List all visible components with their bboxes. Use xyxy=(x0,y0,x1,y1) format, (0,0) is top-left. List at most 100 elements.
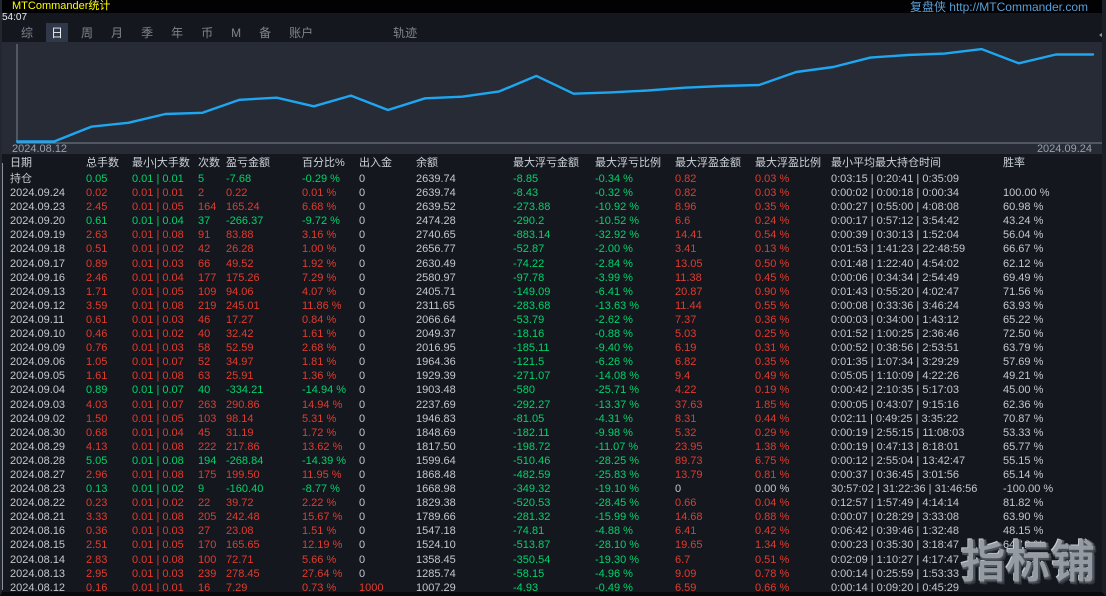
cell-inout: 0 xyxy=(359,539,366,552)
left-scroll-line[interactable] xyxy=(2,163,3,590)
cell-mfl: -58.15 xyxy=(513,567,545,580)
table-row[interactable]: 2024.09.11 0.61 0.01 | 0.03 46 17.27 0.84 % 0 2… xyxy=(2,313,1102,327)
table-row[interactable]: 2024.09.10 0.46 0.01 | 0.02 40 32.42 1.61 % 0 2… xyxy=(2,327,1102,341)
menu-item-track[interactable]: 轨迹 xyxy=(388,23,422,42)
cell-count: 194 xyxy=(198,454,217,467)
table-row[interactable]: 2024.08.29 4.13 0.01 | 0.08 222 217.86 13.62 … xyxy=(2,440,1102,454)
table-row[interactable]: 2024.08.14 2.83 0.01 | 0.08 100 72.71 5.66 % 0… xyxy=(2,553,1102,567)
cell-times: 0:12:57 | 1:57:49 | 4:14:14 xyxy=(831,497,960,510)
cell-minmax: 0.01 | 0.08 xyxy=(132,370,184,383)
cell-pnl: 7.29 xyxy=(226,581,248,594)
menu-item-account[interactable]: 账户 xyxy=(284,23,318,42)
chart-start-date: 2024.08.12 xyxy=(12,143,68,155)
cell-date: 2024.09.11 xyxy=(10,313,65,326)
table-row[interactable]: 2024.09.16 2.46 0.01 | 0.04 177 175.26 7.29 %… xyxy=(2,271,1102,285)
cell-pct: -14.39 % xyxy=(302,454,347,467)
table-row[interactable]: 2024.09.03 4.03 0.01 | 0.07 263 290.86 14.94 … xyxy=(2,398,1102,412)
cell-minmax: 0.01 | 0.02 xyxy=(132,483,184,496)
table-row[interactable]: 2024.09.04 0.89 0.01 | 0.07 40 -334.21 -14.94… xyxy=(2,383,1102,397)
table-row[interactable]: 2024.08.13 2.95 0.01 | 0.03 239 278.45 27.64 … xyxy=(2,567,1102,581)
cell-mflp: -0.32 % xyxy=(595,187,633,200)
cell-lots: 2.95 xyxy=(86,567,108,580)
table-row[interactable]: 2024.09.06 1.05 0.01 | 0.07 52 34.97 1.81 % 0 1… xyxy=(2,355,1102,369)
cell-pct: 2.22 % xyxy=(302,497,337,510)
cell-pct: 11.86 % xyxy=(302,299,342,312)
table-row[interactable]: 2024.09.02 1.50 0.01 | 0.05 103 98.14 5.31 % 0… xyxy=(2,412,1102,426)
cell-mfp: 9.4 xyxy=(675,370,691,383)
cell-win: 63.93 % xyxy=(1003,299,1044,312)
mtcommander-window: MTCommander统计 复盘侠 http://MTCommander.com… xyxy=(0,0,1106,596)
table-row[interactable]: 2024.08.12 0.16 0.01 | 0.01 16 7.29 0.73 % 100… xyxy=(2,581,1102,594)
cell-balance: 1285.74 xyxy=(416,567,456,580)
cell-mfp: 7.37 xyxy=(675,313,697,326)
cell-mfp: 14.68 xyxy=(675,511,703,524)
table-row[interactable]: 2024.08.28 5.05 0.01 | 0.08 194 -268.84 -14.3… xyxy=(2,454,1102,468)
cell-times: 0:02:11 | 0:49:25 | 3:35:22 xyxy=(831,412,959,425)
menu-item-quarter[interactable]: 季 xyxy=(136,23,158,42)
cell-win: 63.79 % xyxy=(1003,342,1044,355)
menu-item-year[interactable]: 年 xyxy=(166,23,188,42)
splitter-grip-icon[interactable] xyxy=(1099,30,1102,40)
cell-minmax: 0.01 | 0.08 xyxy=(132,299,184,312)
column-header-date: 日期 xyxy=(10,157,32,169)
cell-pct: 5.31 % xyxy=(302,412,337,425)
cell-mfl: -580 xyxy=(513,384,536,397)
cell-pnl: 165.65 xyxy=(226,539,260,552)
balance-curve xyxy=(15,44,1102,144)
cell-pct: 1.00 % xyxy=(302,243,337,256)
cell-pnl: 175.26 xyxy=(226,271,260,284)
table-row[interactable]: 2024.09.13 1.71 0.01 | 0.05 109 94.06 4.07 % 0… xyxy=(2,285,1102,299)
table-row[interactable]: 2024.09.09 0.76 0.01 | 0.03 58 52.59 2.68 % 0 2… xyxy=(2,341,1102,355)
brand-link[interactable]: 复盘侠 http://MTCommander.com xyxy=(910,0,1088,14)
table-row[interactable]: 2024.08.22 0.23 0.01 | 0.02 22 39.72 2.22 % 0 1… xyxy=(2,496,1102,510)
cell-lots: 4.03 xyxy=(86,398,108,411)
cell-pnl: 165.24 xyxy=(226,201,260,214)
cell-mfpp: 0.51 % xyxy=(755,553,790,566)
cell-pct: 1.92 % xyxy=(302,257,337,270)
cell-lots: 3.33 xyxy=(86,511,108,524)
table-row[interactable]: 2024.08.21 3.33 0.01 | 0.08 205 242.48 15.67 … xyxy=(2,510,1102,524)
table-row[interactable]: 2024.09.12 3.59 0.01 | 0.08 219 245.01 11.86 … xyxy=(2,299,1102,313)
menu-item-bei[interactable]: 备 xyxy=(254,23,276,42)
cell-mfpp: 0.78 % xyxy=(755,567,790,580)
table-row[interactable]: 2024.08.30 0.68 0.01 | 0.04 45 31.19 1.72 % 0 1… xyxy=(2,426,1102,440)
cell-mfp: 13.79 xyxy=(675,468,703,481)
cell-mfpp: 0.04 % xyxy=(755,497,790,510)
table-row[interactable]: 2024.08.16 0.36 0.01 | 0.03 27 23.08 1.51 % 0 1… xyxy=(2,524,1102,538)
table-row[interactable]: 持仓 0.05 0.01 | 0.01 5 -7.68 -0.29 % 0 2639.74 -8… xyxy=(2,172,1102,186)
cell-mfpp: 0.36 % xyxy=(755,313,790,326)
cell-pct: 0.84 % xyxy=(302,313,337,326)
cell-mflp: -10.52 % xyxy=(595,215,640,228)
table-row[interactable]: 2024.08.27 2.96 0.01 | 0.08 175 199.50 11.95 … xyxy=(2,468,1102,482)
table-row[interactable]: 2024.08.15 2.51 0.01 | 0.05 170 165.65 12.19 … xyxy=(2,538,1102,552)
table-row[interactable]: 2024.09.20 0.61 0.01 | 0.04 37 -266.37 -9.72 … xyxy=(2,214,1102,228)
cell-lots: 0.05 xyxy=(86,173,108,185)
cell-pct: 11.95 % xyxy=(302,468,342,481)
cell-date: 2024.09.23 xyxy=(10,201,66,214)
menu-item-week[interactable]: 周 xyxy=(76,23,98,42)
menu-item-zong[interactable]: 综 xyxy=(16,23,38,42)
table-header-row: 日期 总手数 最小|大手数 次数 盈亏金额 百分比% 出入金 余额 最大浮亏金额 最大浮亏比例 最大… xyxy=(2,155,1102,172)
cell-inout: 0 xyxy=(359,440,366,453)
cell-pnl: 72.71 xyxy=(226,553,254,566)
menu-item-day[interactable]: 日 xyxy=(46,23,69,42)
table-row[interactable]: 2024.08.23 0.13 0.01 | 0.02 9 -160.40 -8.77 %… xyxy=(2,482,1102,496)
menu-item-month[interactable]: 月 xyxy=(106,23,128,42)
table-row[interactable]: 2024.09.17 0.89 0.01 | 0.03 66 49.52 1.92 % 0 2… xyxy=(2,257,1102,271)
table-row[interactable]: 2024.09.05 1.61 0.01 | 0.08 63 25.91 1.36 % 0 1… xyxy=(2,369,1102,383)
cell-count: 170 xyxy=(198,539,217,552)
menu-item-m[interactable]: M xyxy=(226,25,246,41)
cell-inout: 0 xyxy=(359,497,366,510)
cell-mflp: -2.84 % xyxy=(595,257,633,270)
menu-item-currency[interactable]: 币 xyxy=(196,23,218,42)
cell-lots: 5.05 xyxy=(86,454,108,467)
cell-date: 2024.09.20 xyxy=(10,215,66,228)
table-row[interactable]: 2024.09.19 2.63 0.01 | 0.08 91 83.88 3.16 % 0 2… xyxy=(2,228,1102,242)
table-row[interactable]: 2024.09.23 2.45 0.01 | 0.05 164 165.24 6.68 %… xyxy=(2,200,1102,214)
cell-mfl: -53.79 xyxy=(513,313,545,326)
cell-mfl: -273.88 xyxy=(513,201,551,214)
cell-times: 0:00:42 | 2:10:35 | 5:17:03 xyxy=(831,384,960,397)
table-row[interactable]: 2024.09.18 0.51 0.01 | 0.02 42 26.28 1.00 % 0 2… xyxy=(2,242,1102,256)
cell-balance: 2016.95 xyxy=(416,342,456,355)
table-row[interactable]: 2024.09.24 0.02 0.01 | 0.01 2 0.22 0.01 % 0 263… xyxy=(2,186,1102,200)
